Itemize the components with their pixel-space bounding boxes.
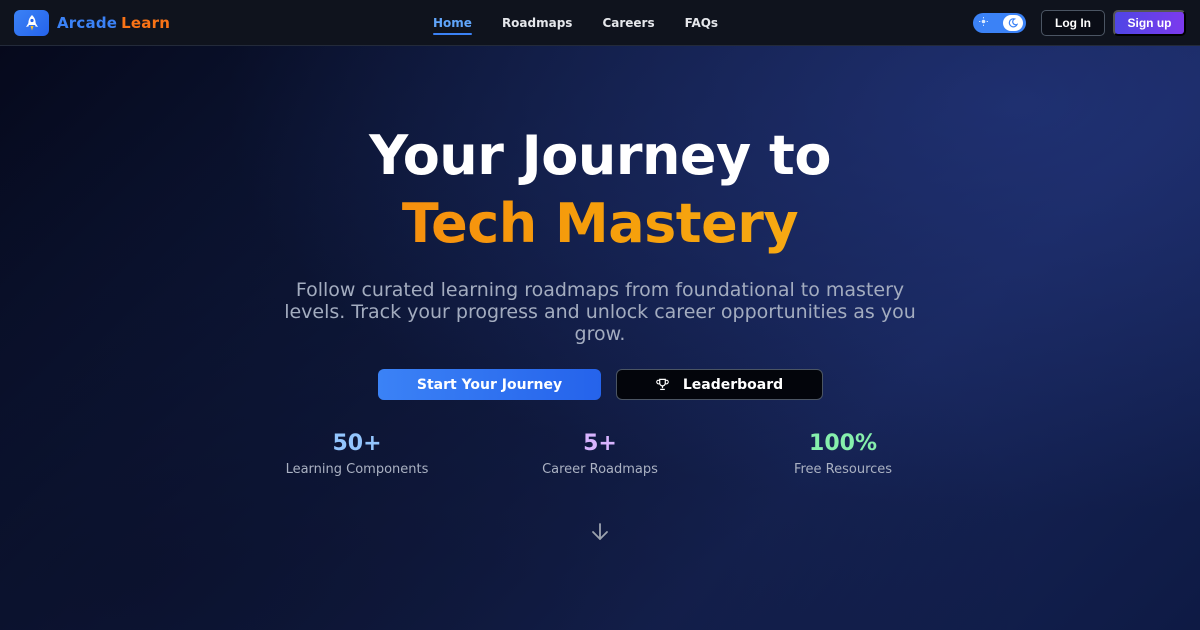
stat-value: 50+ — [332, 431, 382, 456]
signup-button[interactable]: Sign up — [1113, 10, 1186, 36]
brand[interactable]: Arcade Learn — [14, 10, 170, 36]
stat-career-roadmaps: 5+ Career Roadmaps — [480, 430, 720, 477]
brand-name-part2: Learn — [121, 14, 171, 32]
moon-icon — [1003, 15, 1023, 31]
nav-link-roadmaps[interactable]: Roadmaps — [502, 16, 573, 30]
theme-toggle[interactable] — [973, 13, 1026, 33]
stat-label: Learning Components — [285, 462, 429, 477]
stat-free-resources: 100% Free Resources — [723, 430, 963, 477]
stat-value: 5+ — [583, 431, 617, 456]
rocket-logo-icon — [14, 10, 49, 36]
nav-link-careers[interactable]: Careers — [602, 16, 654, 30]
leaderboard-label: Leaderboard — [682, 376, 784, 393]
hero-title-line1: Your Journey to — [369, 124, 831, 187]
stat-label: Career Roadmaps — [542, 462, 658, 477]
main-nav: Home Roadmaps Careers FAQs — [433, 0, 748, 46]
brand-name-part1: Arcade — [57, 14, 118, 32]
trophy-icon — [656, 378, 669, 391]
stat-value: 100% — [809, 431, 877, 456]
arrow-down-icon[interactable] — [589, 521, 611, 543]
nav-link-home[interactable]: Home — [433, 16, 472, 35]
nav-link-faqs[interactable]: FAQs — [685, 16, 718, 30]
stat-learning-components: 50+ Learning Components — [237, 430, 477, 477]
leaderboard-button[interactable]: Leaderboard — [616, 369, 823, 400]
start-journey-button[interactable]: Start Your Journey — [378, 369, 601, 400]
sun-icon — [979, 17, 988, 29]
navbar: Arcade Learn Home Roadmaps Careers FAQs L… — [0, 0, 1200, 46]
login-button[interactable]: Log In — [1041, 10, 1105, 36]
hero-title: Your Journey to Tech Mastery — [0, 122, 1200, 258]
hero-subtitle: Follow curated learning roadmaps from fo… — [284, 279, 916, 345]
hero-title-line2: Tech Mastery — [0, 190, 1200, 258]
stat-label: Free Resources — [793, 462, 893, 477]
brand-name: Arcade Learn — [57, 14, 170, 32]
